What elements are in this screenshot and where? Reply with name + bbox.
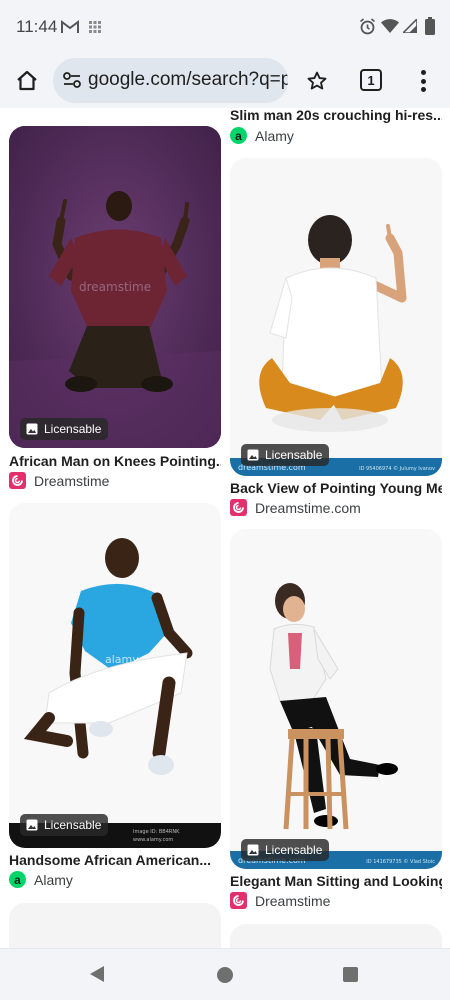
result-source[interactable]: Dreamstime xyxy=(9,472,109,489)
result-card[interactable]: Slim man 20s crouching hi-res... a Alamy xyxy=(230,108,442,148)
result-card[interactable]: dreamstime.com ID 141679735 © Vlad Stoic… xyxy=(230,529,442,914)
dreamstime-icon xyxy=(9,472,26,489)
kneeling-man-image: dreamstime xyxy=(9,126,221,448)
source-name: Dreamstime xyxy=(34,472,110,489)
result-thumbnail[interactable] xyxy=(9,903,221,948)
image-icon xyxy=(247,844,259,856)
bookmark-star-icon xyxy=(307,71,327,90)
result-source[interactable]: a Alamy xyxy=(9,871,73,888)
battery-icon xyxy=(425,17,435,35)
dreamstime-icon xyxy=(230,892,247,909)
result-title[interactable]: Handsome African American... xyxy=(9,852,221,868)
result-card[interactable]: dreamstime Licensable African Man on Kne… xyxy=(9,126,221,491)
tabs-button[interactable]: 1 xyxy=(360,69,382,91)
browser-toolbar: google.com/search?q=p 1 xyxy=(0,56,450,108)
recents-icon[interactable] xyxy=(343,967,358,982)
status-bar: 11:44 xyxy=(0,0,450,56)
result-source[interactable]: Dreamstime.com xyxy=(230,499,361,516)
image-icon xyxy=(26,819,38,831)
result-thumbnail[interactable]: dreamstime.com ID 95406974 © Julumy Ivan… xyxy=(230,158,442,476)
image-results[interactable]: Slim man 20s crouching hi-res... a Alamy xyxy=(0,108,450,948)
site-settings-icon[interactable] xyxy=(63,72,81,88)
alamy-icon: a xyxy=(230,127,247,144)
result-card[interactable]: dreamstime.com ID 95406974 © Julumy Ivan… xyxy=(230,158,442,523)
url-text: google.com/search?q=p xyxy=(88,69,288,90)
alarm-icon xyxy=(359,18,376,35)
dreamstime-icon xyxy=(230,499,247,516)
status-time: 11:44 xyxy=(16,17,58,36)
home-icon xyxy=(17,70,37,91)
result-title[interactable]: Elegant Man Sitting and Looking... xyxy=(230,873,442,889)
result-thumbnail[interactable]: Image ID: BB4RNK www.alamy.com alamy xyxy=(9,503,221,848)
result-thumbnail[interactable]: dreamstime xyxy=(9,126,221,448)
address-bar[interactable]: google.com/search?q=p xyxy=(53,58,288,103)
thumbnail-watermark: dreamstime xyxy=(79,280,151,294)
thumbnail-watermark: alamy xyxy=(105,653,139,666)
thumbnail-image-id: ID 95406974 © Julumy Ivanov xyxy=(359,465,435,472)
back-view-image: dreamstime.com ID 95406974 © Julumy Ivan… xyxy=(230,158,442,476)
result-card[interactable]: Image ID: BB4RNK www.alamy.com alamy Lic… xyxy=(9,503,221,898)
tab-count: 1 xyxy=(367,72,375,88)
licensable-badge: Licensable xyxy=(241,444,330,466)
app-grid-icon xyxy=(89,21,101,33)
more-vert-icon xyxy=(420,70,426,75)
home-circle-icon[interactable] xyxy=(217,967,233,983)
system-nav-bar xyxy=(0,948,450,1000)
result-thumbnail[interactable]: dreamstime.com ID 141679735 © Vlad Stoic xyxy=(230,529,442,869)
gmail-icon xyxy=(61,20,79,33)
thumbnail-image-id: ID 141679735 © Vlad Stoic xyxy=(366,858,435,865)
bookmark-button[interactable] xyxy=(303,67,331,95)
licensable-badge: Licensable xyxy=(20,814,109,836)
signal-icon xyxy=(403,19,417,33)
wifi-icon xyxy=(381,19,399,33)
licensable-badge: Licensable xyxy=(20,418,109,440)
result-title[interactable]: Slim man 20s crouching hi-res... xyxy=(230,108,442,123)
thumbnail-alamy-id: Image ID: BB4RNK xyxy=(133,829,180,835)
home-button[interactable] xyxy=(12,66,42,96)
image-icon xyxy=(247,449,259,461)
badge-label: Licensable xyxy=(44,422,102,436)
back-icon[interactable] xyxy=(89,965,105,983)
result-title[interactable]: Back View of Pointing Young Me... xyxy=(230,480,442,496)
source-name: Dreamstime xyxy=(255,892,331,909)
result-title[interactable]: African Man on Knees Pointing... xyxy=(9,453,221,469)
badge-label: Licensable xyxy=(44,818,102,832)
result-source[interactable]: Dreamstime xyxy=(230,892,330,909)
more-menu-button[interactable] xyxy=(411,69,435,93)
image-icon xyxy=(26,423,38,435)
crouching-man-image: Image ID: BB4RNK www.alamy.com alamy xyxy=(9,503,221,848)
source-name: Alamy xyxy=(255,127,294,144)
source-name: Alamy xyxy=(34,871,73,888)
result-thumbnail[interactable] xyxy=(230,924,442,948)
badge-label: Licensable xyxy=(265,448,323,462)
badge-label: Licensable xyxy=(265,843,323,857)
sitting-man-image: dreamstime.com ID 141679735 © Vlad Stoic xyxy=(230,529,442,869)
licensable-badge: Licensable xyxy=(241,839,330,861)
thumbnail-alamy-site: www.alamy.com xyxy=(133,837,173,843)
result-source[interactable]: a Alamy xyxy=(230,127,294,144)
source-name: Dreamstime.com xyxy=(255,499,361,516)
alamy-icon: a xyxy=(9,871,26,888)
